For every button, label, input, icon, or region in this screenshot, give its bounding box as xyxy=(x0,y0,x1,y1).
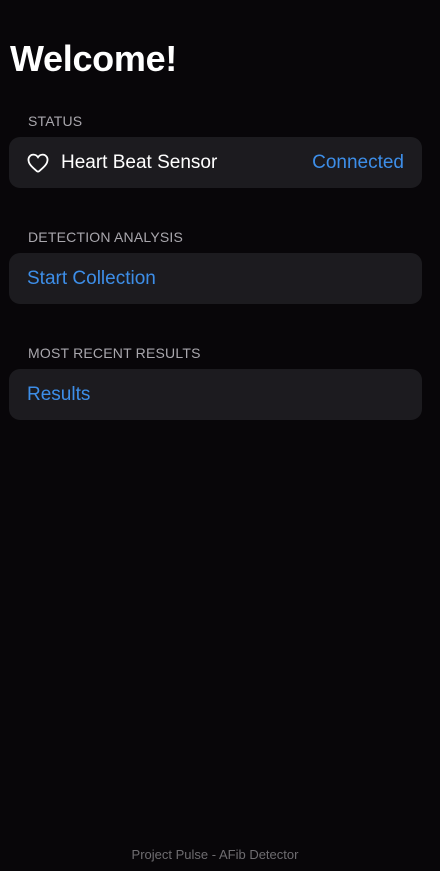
heart-sensor-row: Heart Beat Sensor Connected xyxy=(9,137,422,188)
start-collection-label: Start Collection xyxy=(27,267,156,289)
connection-status: Connected xyxy=(312,151,404,173)
footer-caption: Project Pulse - AFib Detector xyxy=(131,847,299,862)
results-label: Results xyxy=(27,383,91,405)
app-screen: Welcome! STATUS Heart Beat Sensor Connec… xyxy=(0,0,440,871)
results-button[interactable]: Results xyxy=(9,369,422,420)
sensor-label: Heart Beat Sensor xyxy=(61,151,218,173)
page-title: Welcome! xyxy=(10,38,177,79)
detection-section-header: DETECTION ANALYSIS xyxy=(28,229,184,245)
status-section-header: STATUS xyxy=(28,113,83,129)
results-section-header: MOST RECENT RESULTS xyxy=(28,345,201,361)
heart-icon xyxy=(27,153,49,173)
start-collection-button[interactable]: Start Collection xyxy=(9,253,422,304)
